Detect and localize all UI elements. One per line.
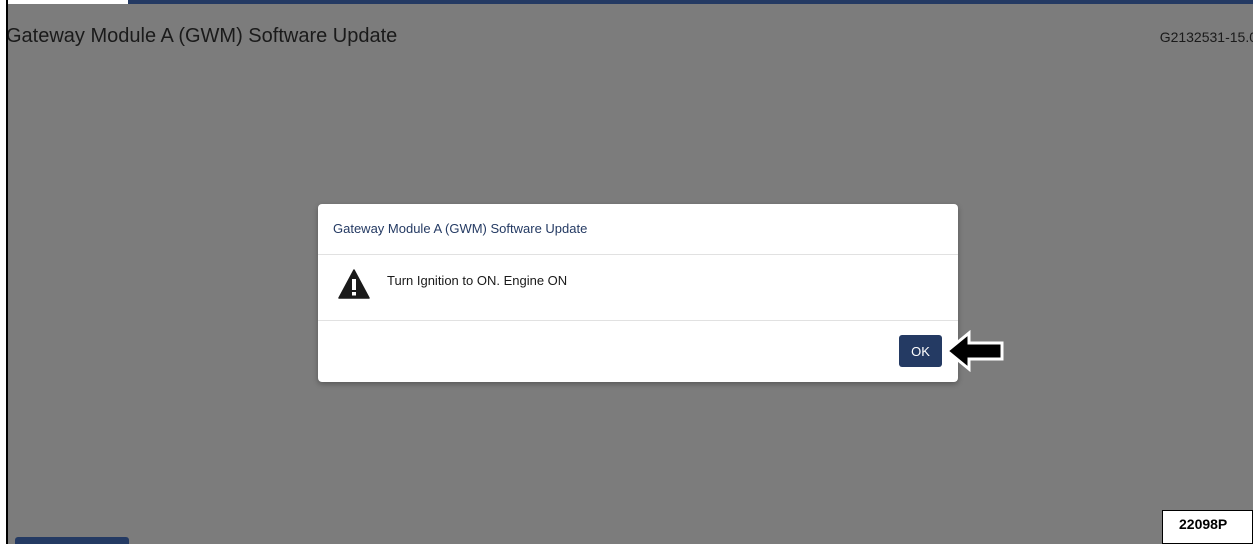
dialog-title: Gateway Module A (GWM) Software Update xyxy=(333,221,588,236)
dialog-header: Gateway Module A (GWM) Software Update xyxy=(318,204,958,255)
ok-button[interactable]: OK xyxy=(899,335,942,367)
dialog-footer: OK xyxy=(318,321,958,382)
left-border xyxy=(0,0,8,544)
page-header: Gateway Module A (GWM) Software Update G… xyxy=(8,4,1253,60)
dialog-message: Turn Ignition to ON. Engine ON xyxy=(387,273,568,288)
confirmation-dialog: Gateway Module A (GWM) Software Update T… xyxy=(318,204,958,382)
bottom-button[interactable] xyxy=(15,537,129,544)
document-code: G2132531-15.0 xyxy=(1159,29,1253,45)
warning-triangle-icon xyxy=(338,269,370,299)
left-arrow-icon xyxy=(945,330,1004,372)
page-title: Gateway Module A (GWM) Software Update xyxy=(8,25,398,47)
dialog-body: Turn Ignition to ON. Engine ON xyxy=(318,255,958,321)
reference-label: 22098P xyxy=(1179,516,1228,532)
reference-label-box: 22098P xyxy=(1162,510,1253,544)
